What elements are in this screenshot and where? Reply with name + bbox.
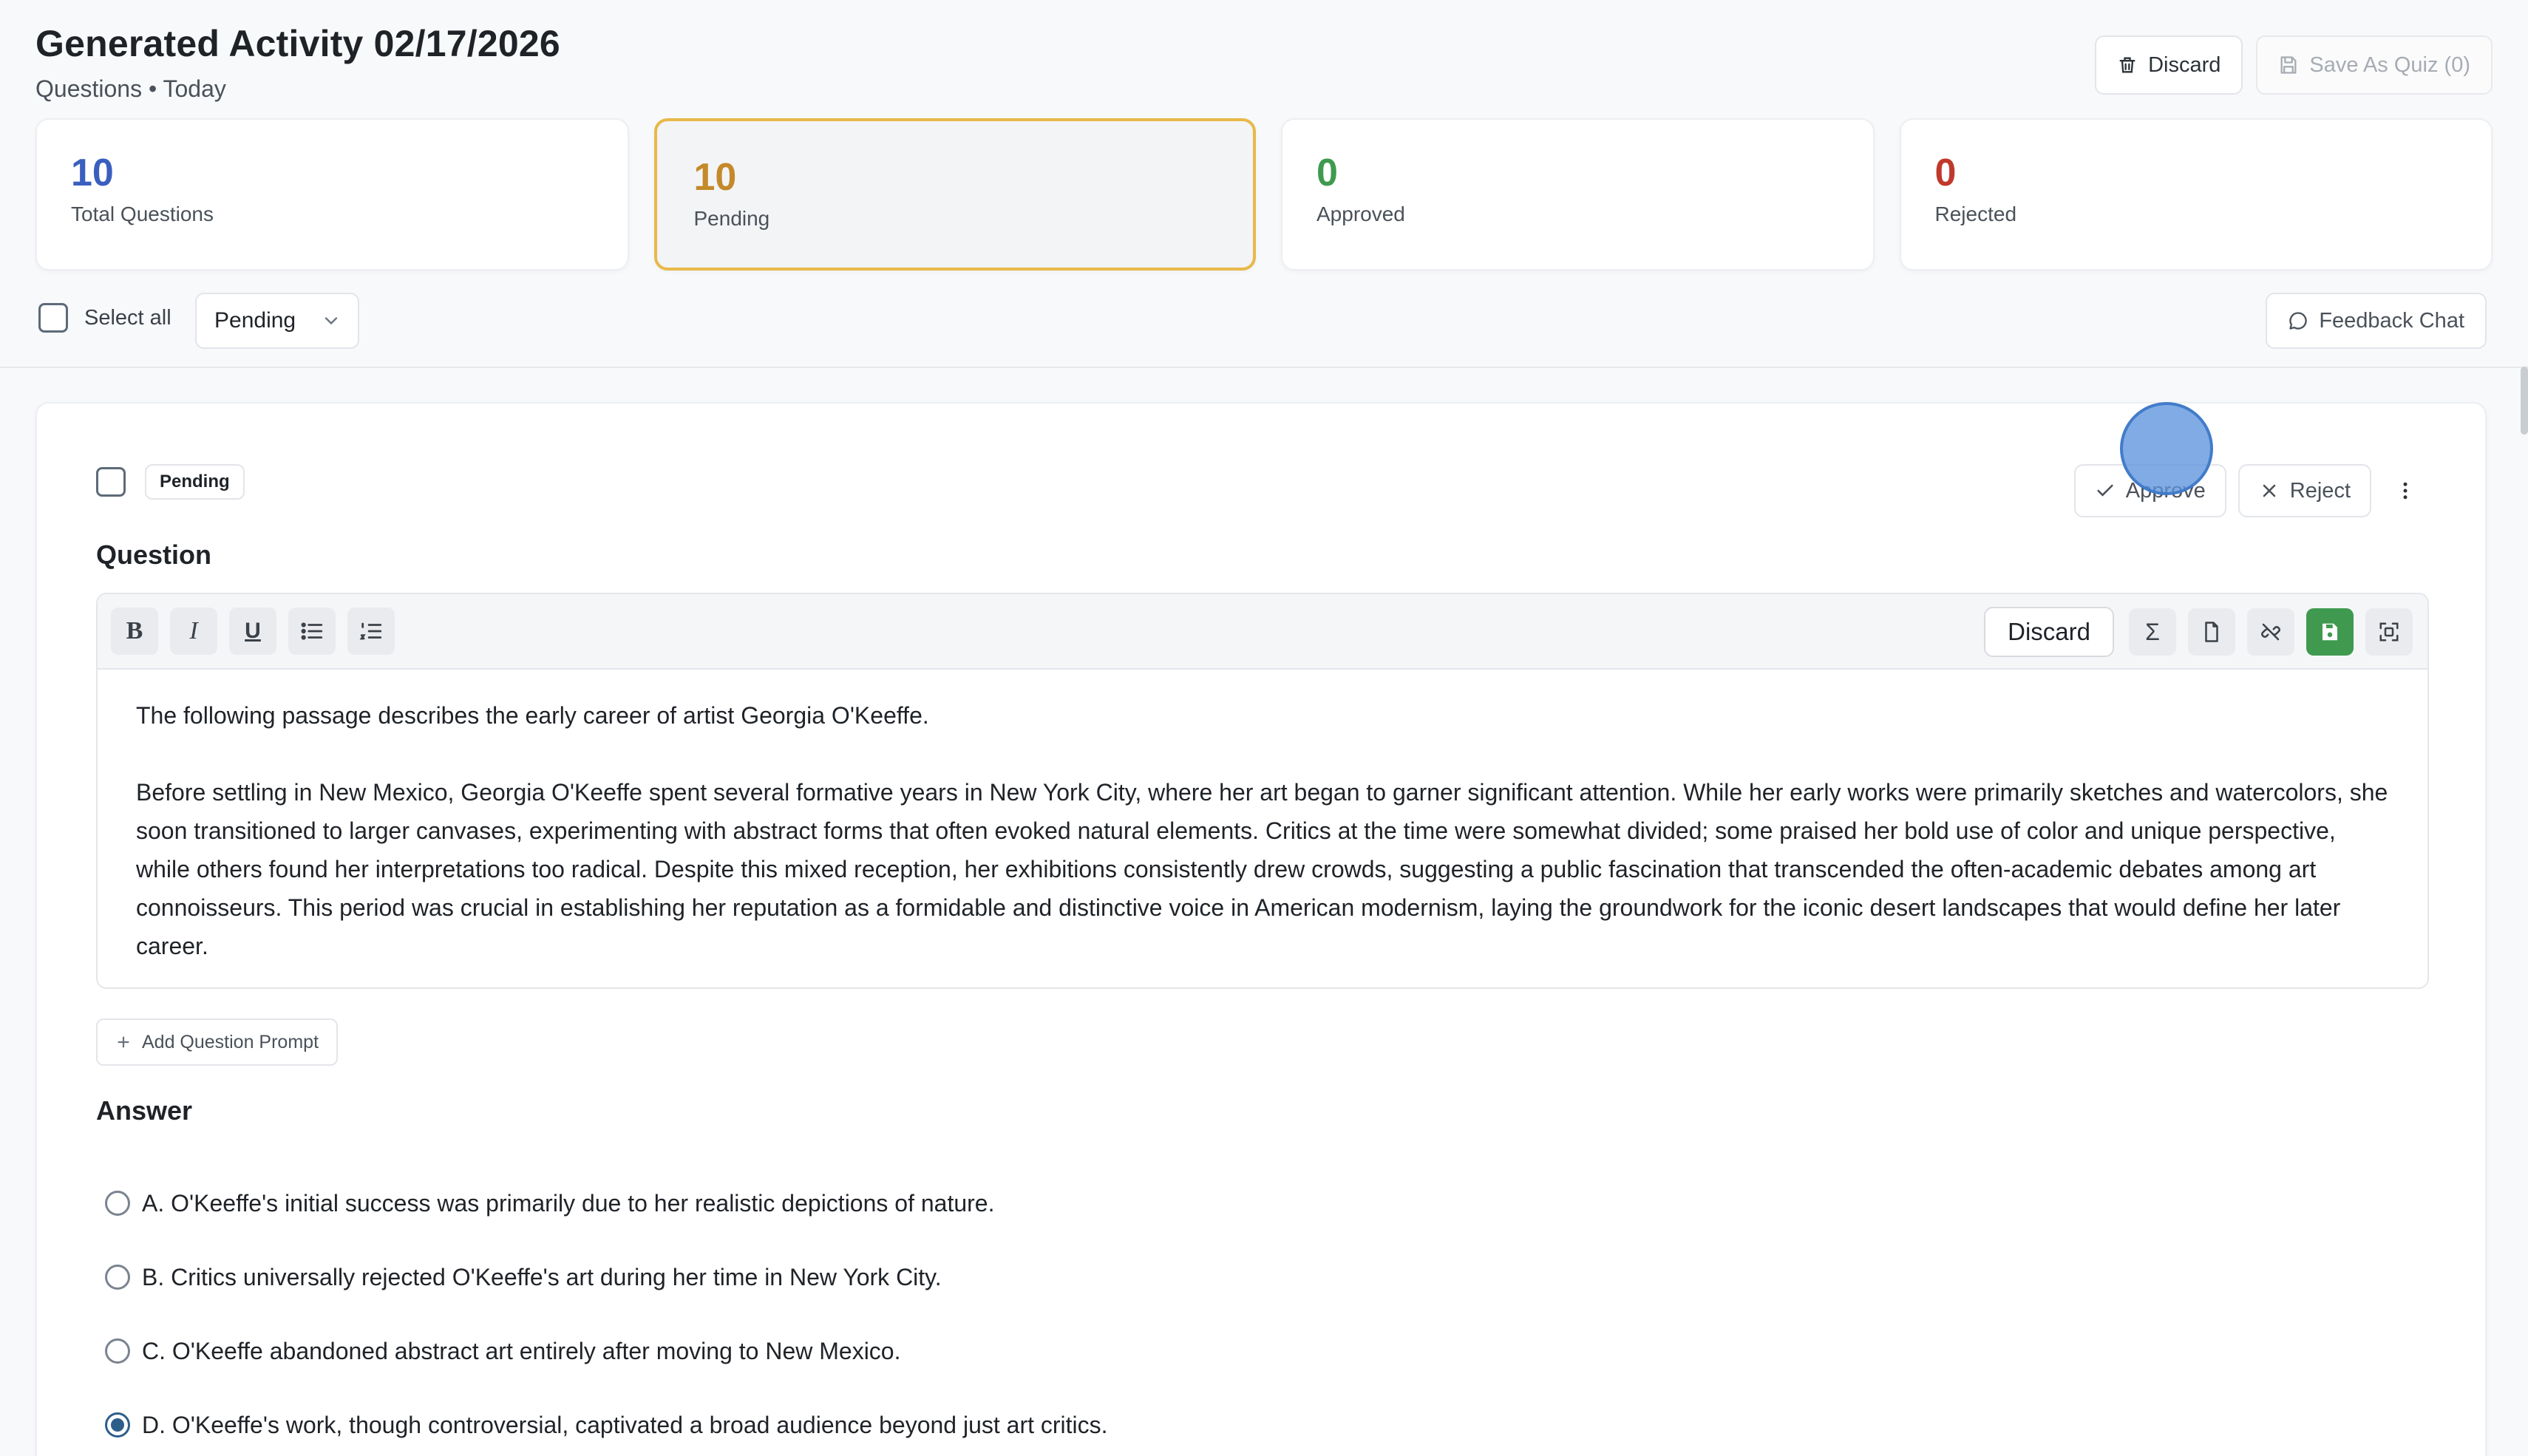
answer-radio-a[interactable] [105, 1191, 130, 1216]
numbered-list-icon [359, 622, 382, 640]
select-all-label: Select all [84, 305, 171, 330]
numbered-list-button[interactable] [347, 608, 395, 655]
save-as-quiz-button[interactable]: Save As Quiz (0) [2256, 35, 2493, 95]
bold-icon: B [126, 617, 143, 644]
section-divider [0, 367, 2528, 368]
stat-rejected-value: 0 [1934, 152, 1957, 194]
question-card: Pending Approve Reject Question B I U Di… [35, 402, 2487, 1456]
status-badge: Pending [145, 464, 245, 500]
discard-button-label: Discard [2148, 52, 2221, 77]
filter-bar: Select all Pending Feedback Chat [38, 293, 2487, 349]
question-intro-text: The following passage describes the earl… [136, 702, 929, 729]
save-as-quiz-label: Save As Quiz (0) [2309, 52, 2470, 77]
select-all-checkbox[interactable] [38, 303, 68, 333]
fullscreen-button[interactable] [2365, 608, 2413, 656]
fullscreen-icon [2379, 622, 2399, 642]
answer-option-c[interactable]: C. O'Keeffe abandoned abstract art entir… [105, 1314, 1108, 1388]
reject-label: Reject [2289, 478, 2351, 503]
stat-pending-label: Pending [693, 207, 770, 230]
bullet-list-button[interactable] [288, 608, 336, 655]
underline-icon: U [245, 619, 261, 643]
discard-button[interactable]: Discard [2095, 35, 2243, 95]
stat-total-label: Total Questions [71, 203, 214, 225]
status-filter-select[interactable]: Pending [195, 293, 359, 349]
italic-button[interactable]: I [170, 608, 217, 655]
approve-button[interactable]: Approve [2073, 464, 2226, 517]
status-filter-value: Pending [214, 308, 296, 333]
stat-card-approved[interactable]: 0 Approved [1281, 118, 1875, 271]
stat-approved-value: 0 [1316, 152, 1338, 194]
answer-radio-b[interactable] [105, 1265, 130, 1290]
unlink-icon [2261, 623, 2280, 641]
answer-text-c: C. O'Keeffe abandoned abstract art entir… [142, 1337, 901, 1364]
underline-button[interactable]: U [229, 608, 276, 655]
feedback-chat-label: Feedback Chat [2319, 308, 2464, 333]
chevron-down-icon [325, 317, 338, 325]
editor-toolbar: B I U Discard Σ [98, 594, 2427, 670]
trash-icon [2119, 57, 2135, 73]
question-editor-content[interactable]: The following passage describes the earl… [98, 670, 2427, 987]
approve-label: Approve [2125, 478, 2206, 503]
question-actions: Approve Reject [2073, 464, 2427, 517]
page-title: Generated Activity 02/17/2026 [35, 23, 560, 64]
question-passage-text: Before settling in New Mexico, Georgia O… [136, 779, 2388, 959]
stat-rejected-label: Rejected [1934, 203, 2017, 225]
answer-options: A. O'Keeffe's initial success was primar… [105, 1166, 1108, 1456]
reject-button[interactable]: Reject [2238, 464, 2371, 517]
question-card-header: Pending [96, 464, 245, 500]
header-actions: Discard Save As Quiz (0) [2095, 35, 2493, 95]
stat-approved-label: Approved [1316, 203, 1405, 225]
answer-text-b: B. Critics universally rejected O'Keeffe… [142, 1263, 942, 1290]
add-question-prompt-label: Add Question Prompt [142, 1031, 319, 1052]
select-all[interactable]: Select all [38, 303, 171, 333]
answer-heading: Answer [96, 1095, 193, 1126]
sigma-icon: Σ [2145, 618, 2160, 645]
floppy-disk-icon [2280, 56, 2297, 74]
document-button[interactable] [2188, 608, 2235, 656]
check-icon [2097, 484, 2113, 497]
editor-discard-button[interactable]: Discard [1984, 607, 2114, 657]
stat-total-value: 10 [71, 152, 114, 194]
floppy-disk-icon [2323, 623, 2337, 641]
stat-card-pending[interactable]: 10 Pending [653, 118, 1256, 271]
answer-text-d: D. O'Keeffe's work, though controversial… [142, 1411, 1108, 1438]
more-options-button[interactable] [2383, 464, 2427, 517]
answer-option-d[interactable]: D. O'Keeffe's work, though controversial… [105, 1388, 1108, 1456]
stat-pending-value: 10 [693, 156, 737, 199]
question-editor[interactable]: B I U Discard Σ The following passage de… [96, 593, 2429, 989]
plus-icon [118, 1036, 129, 1048]
stat-card-total[interactable]: 10 Total Questions [35, 118, 629, 271]
add-question-prompt-button[interactable]: Add Question Prompt [96, 1018, 339, 1066]
answer-radio-c[interactable] [105, 1338, 130, 1364]
formula-button[interactable]: Σ [2129, 608, 2176, 656]
editor-save-button[interactable] [2306, 608, 2354, 656]
stats-row: 10 Total Questions 10 Pending 0 Approved… [35, 118, 2493, 271]
answer-text-a: A. O'Keeffe's initial success was primar… [142, 1189, 995, 1217]
bullet-list-icon [301, 622, 323, 640]
answer-option-a[interactable]: A. O'Keeffe's initial success was primar… [105, 1166, 1108, 1240]
answer-radio-d[interactable] [105, 1412, 130, 1438]
feedback-chat-button[interactable]: Feedback Chat [2266, 293, 2487, 349]
stat-card-rejected[interactable]: 0 Rejected [1899, 118, 2493, 271]
page-subtitle: Questions • Today [35, 75, 226, 102]
document-icon [2205, 622, 2218, 642]
bold-button[interactable]: B [111, 608, 158, 655]
question-select-checkbox[interactable] [96, 467, 126, 497]
x-icon [2263, 484, 2276, 497]
page-header: Generated Activity 02/17/2026 Questions … [35, 22, 560, 103]
vertical-dots-icon [2403, 482, 2408, 500]
italic-icon: I [189, 617, 198, 644]
question-heading: Question [96, 540, 212, 570]
chat-bubble-icon [2289, 312, 2308, 330]
answer-option-b[interactable]: B. Critics universally rejected O'Keeffe… [105, 1240, 1108, 1314]
unlink-button[interactable] [2247, 608, 2294, 656]
scrollbar-thumb[interactable] [2521, 367, 2528, 435]
